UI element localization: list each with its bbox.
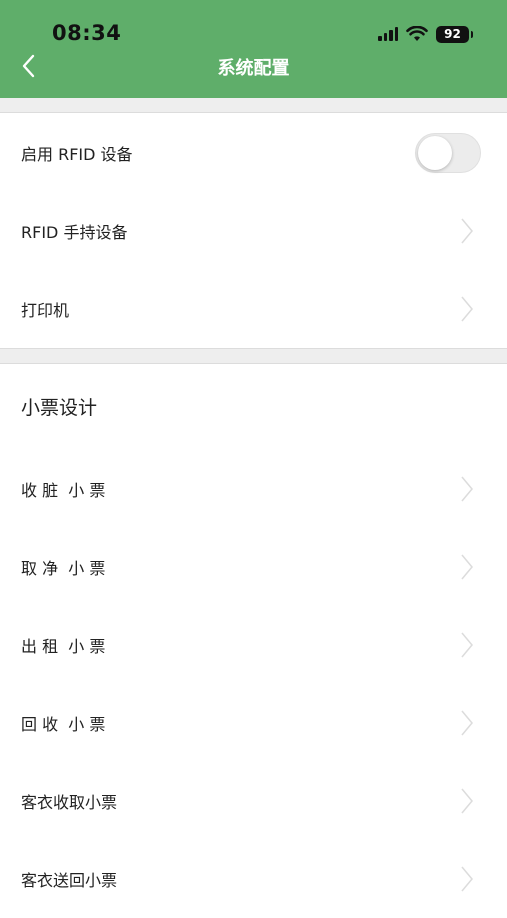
- chevron-right-icon: [461, 788, 473, 814]
- nav-header: 08:34 92 系统配置: [0, 0, 507, 98]
- section-separator: [0, 98, 507, 113]
- battery-icon: 92: [436, 25, 473, 43]
- receipt-item-clean-pickup[interactable]: 取 净 小 票: [0, 528, 507, 606]
- list-item-label: 客衣收取小票: [21, 793, 118, 812]
- status-time: 08:34: [52, 21, 122, 45]
- list-item-label: 客衣送回小票: [21, 871, 118, 890]
- section-separator: [0, 348, 507, 364]
- receipt-section-title: 小票设计: [21, 396, 98, 419]
- rfid-enable-toggle[interactable]: [415, 133, 481, 173]
- list-item-label: 收 脏 小 票: [21, 481, 106, 500]
- toggle-knob: [418, 136, 452, 170]
- page-title: 系统配置: [217, 58, 290, 79]
- chevron-right-icon: [461, 476, 473, 502]
- list-item-label: 取 净 小 票: [21, 559, 106, 578]
- wifi-icon: [406, 26, 428, 41]
- list-item-label: 回 收 小 票: [21, 715, 106, 734]
- chevron-right-icon: [461, 296, 473, 322]
- receipt-item-dirty-pickup[interactable]: 收 脏 小 票: [0, 450, 507, 528]
- printer-label: 打印机: [21, 301, 70, 320]
- chevron-right-icon: [461, 710, 473, 736]
- printer-row[interactable]: 打印机: [0, 270, 507, 348]
- rfid-enable-row: 启用 RFID 设备: [0, 114, 507, 192]
- status-icons: 92: [378, 24, 473, 44]
- list-item-label: 出 租 小 票: [21, 637, 106, 656]
- receipt-item-rental[interactable]: 出 租 小 票: [0, 606, 507, 684]
- chevron-right-icon: [461, 218, 473, 244]
- rfid-enable-label: 启用 RFID 设备: [21, 145, 133, 164]
- chevron-right-icon: [461, 554, 473, 580]
- receipt-item-guest-collect[interactable]: 客衣收取小票: [0, 762, 507, 840]
- receipt-item-return[interactable]: 回 收 小 票: [0, 684, 507, 762]
- receipt-item-guest-deliver[interactable]: 客衣送回小票: [0, 840, 507, 918]
- rfid-handheld-label: RFID 手持设备: [21, 223, 128, 242]
- chevron-right-icon: [461, 632, 473, 658]
- rfid-handheld-row[interactable]: RFID 手持设备: [0, 192, 507, 270]
- signal-icon: [378, 27, 398, 41]
- battery-level: 92: [444, 27, 461, 41]
- chevron-right-icon: [461, 866, 473, 892]
